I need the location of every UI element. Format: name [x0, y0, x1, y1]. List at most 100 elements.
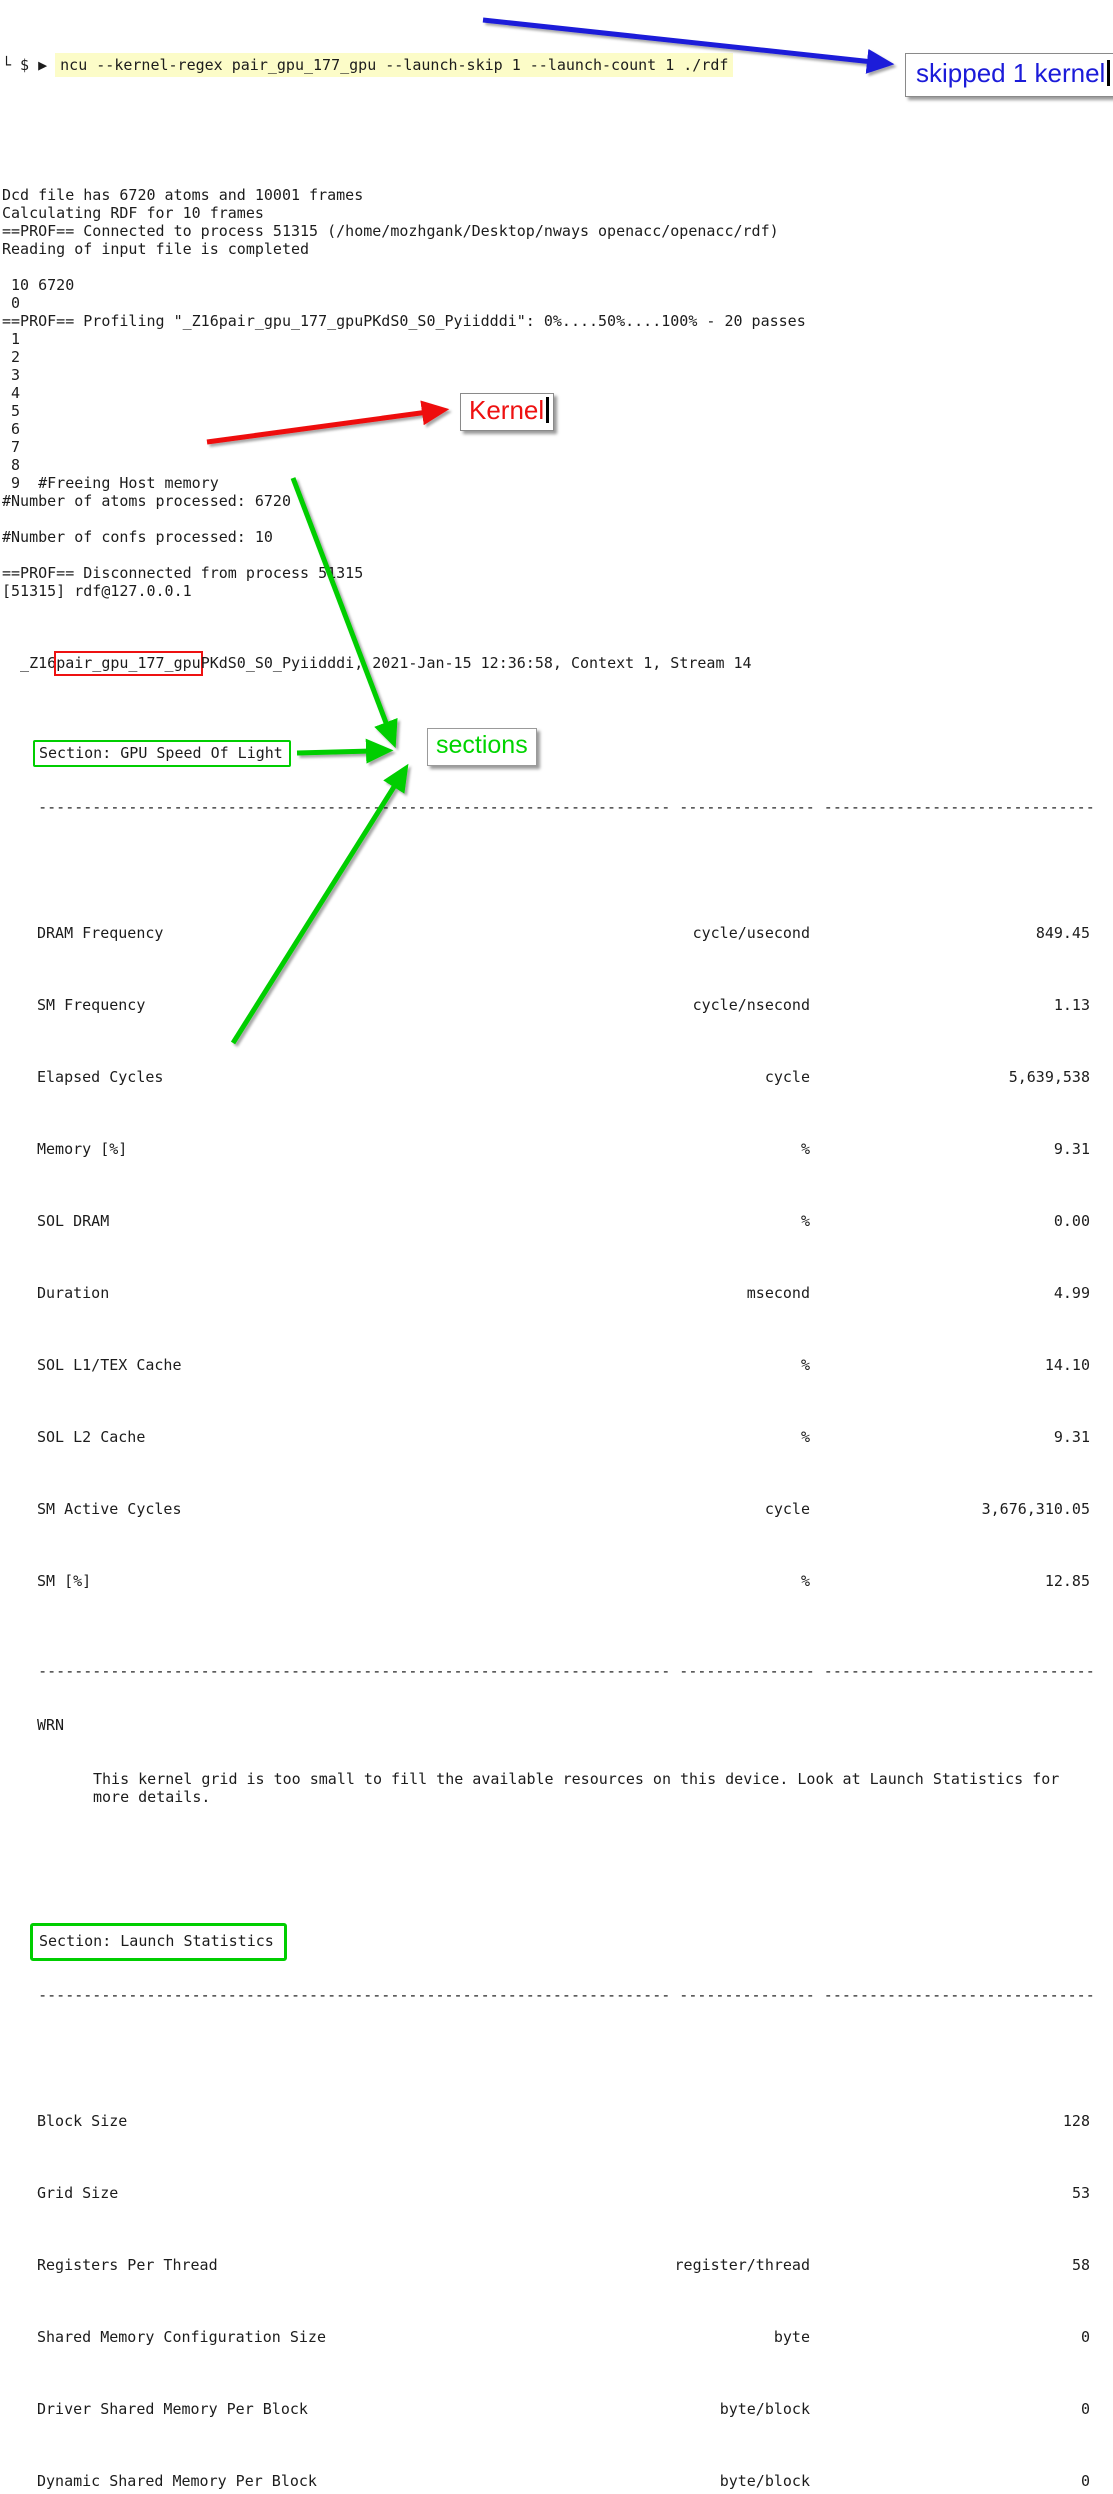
metric-unit: cycle/usecond	[560, 924, 810, 942]
metric-unit: %	[560, 1572, 810, 1590]
metric-value: 5,639,538	[810, 1068, 1090, 1086]
terminal-output-line: Reading of input file is completed	[2, 240, 1113, 258]
metric-unit: %	[560, 1428, 810, 1446]
warning-block: WRN This kernel grid is too small to fil…	[37, 1716, 1113, 1806]
terminal-output-line: 10 6720	[2, 276, 1113, 294]
terminal-output-line: ==PROF== Connected to process 51315 (/ho…	[2, 222, 1113, 240]
metric-value: 0	[810, 2400, 1090, 2418]
metric-unit: %	[560, 1140, 810, 1158]
skipped-kernel-callout: skipped 1 kernel	[905, 53, 1113, 97]
terminal-output-line: Dcd file has 6720 atoms and 10001 frames	[2, 186, 1113, 204]
terminal-output-line: Calculating RDF for 10 frames	[2, 204, 1113, 222]
table-separator: ----------------------------------------…	[2, 1986, 1113, 2004]
kernel-name-highlight-box: pair_gpu_177_gpu	[54, 651, 203, 676]
section-title-line: Section: Launch Statistics	[2, 1932, 1113, 1950]
launch-stats-table: Block Size 128 Grid Size 53 Registers Pe…	[37, 2040, 1090, 2494]
command-input[interactable]: ncu --kernel-regex pair_gpu_177_gpu --la…	[55, 53, 733, 77]
table-row: SOL L1/TEX Cache % 14.10	[37, 1356, 1090, 1374]
table-row: Dynamic Shared Memory Per Block byte/blo…	[37, 2472, 1090, 2490]
metric-value: 4.99	[810, 1284, 1090, 1302]
metric-unit: cycle	[560, 1500, 810, 1518]
metric-name: Elapsed Cycles	[37, 1068, 560, 1086]
terminal-output-line	[2, 258, 1113, 276]
terminal-output-line: 1	[2, 330, 1113, 348]
metric-value: 3,676,310.05	[810, 1500, 1090, 1518]
text-cursor	[1107, 60, 1110, 86]
metric-unit: %	[560, 1356, 810, 1374]
metric-unit: cycle	[560, 1068, 810, 1086]
metric-unit: cycle/nsecond	[560, 996, 810, 1014]
terminal-output-line: 9 #Freeing Host memory	[2, 474, 1113, 492]
terminal-output-line: #Number of atoms processed: 6720	[2, 492, 1113, 510]
table-row: SM [%] % 12.85	[37, 1572, 1090, 1590]
metric-name: SM Frequency	[37, 996, 560, 1014]
terminal-output-line: 6	[2, 420, 1113, 438]
section-launch-stats-highlight-box: Section: Launch Statistics	[30, 1923, 287, 1961]
metric-value: 128	[810, 2112, 1090, 2130]
table-row: Memory [%] % 9.31	[37, 1140, 1090, 1158]
metric-value: 0.00	[810, 1212, 1090, 1230]
table-separator: ----------------------------------------…	[2, 1662, 1113, 1680]
terminal-output-line: [51315] rdf@127.0.0.1	[2, 582, 1113, 600]
metric-name: Grid Size	[37, 2184, 560, 2202]
table-row: Driver Shared Memory Per Block byte/bloc…	[37, 2400, 1090, 2418]
metric-name: SOL DRAM	[37, 1212, 560, 1230]
metric-value: 14.10	[810, 1356, 1090, 1374]
gpu-sol-table: DRAM Frequency cycle/usecond 849.45 SM F…	[37, 852, 1090, 1626]
terminal-output-top: Dcd file has 6720 atoms and 10001 frames…	[2, 132, 1113, 600]
table-row: SOL DRAM % 0.00	[37, 1212, 1090, 1230]
metric-name: Block Size	[37, 2112, 560, 2130]
metric-value: 53	[810, 2184, 1090, 2202]
metric-value: 12.85	[810, 1572, 1090, 1590]
table-row: Duration msecond 4.99	[37, 1284, 1090, 1302]
metric-name: Memory [%]	[37, 1140, 560, 1158]
terminal-output-line: 0	[2, 294, 1113, 312]
metric-value: 9.31	[810, 1428, 1090, 1446]
terminal-output-line: 3	[2, 366, 1113, 384]
metric-name: SOL L1/TEX Cache	[37, 1356, 560, 1374]
text-cursor	[546, 397, 549, 423]
terminal-output-line: #Number of confs processed: 10	[2, 528, 1113, 546]
metric-value: 849.45	[810, 924, 1090, 942]
section-title: Section: GPU Speed Of Light	[39, 744, 283, 762]
metric-value: 9.31	[810, 1140, 1090, 1158]
metric-unit: byte/block	[560, 2400, 810, 2418]
metric-name: Dynamic Shared Memory Per Block	[37, 2472, 560, 2490]
terminal-output-line: 8	[2, 456, 1113, 474]
warning-text: This kernel grid is too small to fill th…	[93, 1716, 1113, 1806]
section-title: Section: Launch Statistics	[39, 1932, 274, 1950]
metric-unit	[560, 2112, 810, 2130]
sections-callout: sections	[427, 728, 537, 766]
shell-prompt: └ $ ▶	[2, 56, 47, 74]
terminal-output-line: 4	[2, 384, 1113, 402]
metric-value: 58	[810, 2256, 1090, 2274]
metric-name: Registers Per Thread	[37, 2256, 560, 2274]
table-row: Grid Size 53	[37, 2184, 1090, 2202]
table-row: Shared Memory Configuration Size byte 0	[37, 2328, 1090, 2346]
metric-name: DRAM Frequency	[37, 924, 560, 942]
terminal-output-line: 5	[2, 402, 1113, 420]
terminal-output-line: ==PROF== Profiling "_Z16pair_gpu_177_gpu…	[2, 312, 1113, 330]
terminal-window: └ $ ▶ ncu --kernel-regex pair_gpu_177_gpu…	[0, 0, 1113, 2494]
sections-label: sections	[436, 731, 528, 759]
warning-line: This kernel grid is too small to fill th…	[93, 1770, 1113, 1788]
metric-unit	[560, 2184, 810, 2202]
metric-name: SM Active Cycles	[37, 1500, 560, 1518]
kernel-name: pair_gpu_177_gpu	[56, 654, 201, 672]
metric-name: SM [%]	[37, 1572, 560, 1590]
metric-name: SOL L2 Cache	[37, 1428, 560, 1446]
section-gpu-sol-highlight-box: Section: GPU Speed Of Light	[33, 740, 291, 767]
kernel-result-line: _Z16pair_gpu_177_gpuPKdS0_S0_Pyiidddi, 2…	[2, 654, 1113, 672]
table-row: Elapsed Cycles cycle 5,639,538	[37, 1068, 1090, 1086]
kernel-label: Kernel	[469, 395, 544, 425]
metric-unit: %	[560, 1212, 810, 1230]
kernel-callout: Kernel	[460, 393, 554, 431]
metric-unit: msecond	[560, 1284, 810, 1302]
metric-unit: byte/block	[560, 2472, 810, 2490]
metric-value: 1.13	[810, 996, 1090, 1014]
skipped-kernel-label: skipped 1 kernel	[916, 58, 1105, 88]
table-row: SM Active Cycles cycle 3,676,310.05	[37, 1500, 1090, 1518]
terminal-output-line	[2, 546, 1113, 564]
section-title-line: Section: GPU Speed Of Light	[2, 744, 1113, 762]
table-row: SM Frequency cycle/nsecond 1.13	[37, 996, 1090, 1014]
